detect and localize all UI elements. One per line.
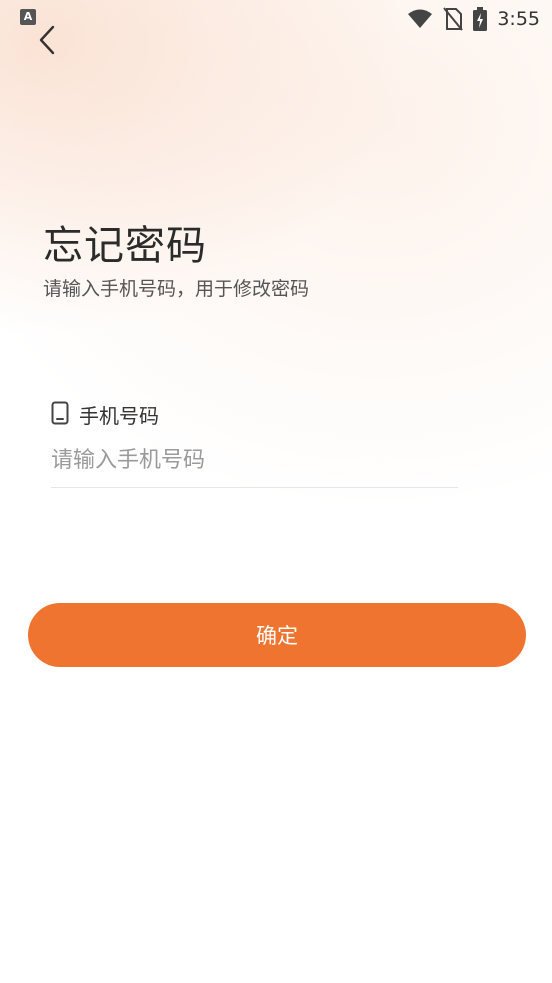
confirm-button[interactable]: 确定 (28, 603, 526, 667)
confirm-button-label: 确定 (256, 624, 298, 648)
battery-charging-icon (473, 7, 488, 31)
page-title: 忘记密码 (43, 223, 207, 269)
status-icons: 3:55 (407, 6, 540, 32)
chevron-left-icon (38, 25, 56, 59)
status-bar: A 3:55 (0, 0, 552, 38)
phone-input-underline (51, 487, 458, 488)
phone-icon (51, 401, 69, 429)
phone-field-label-row: 手机号码 (51, 400, 159, 429)
phone-number-input[interactable] (51, 438, 457, 482)
status-time: 3:55 (497, 8, 540, 30)
wifi-icon (407, 9, 433, 29)
no-sim-icon (443, 7, 464, 31)
page-subtitle: 请输入手机号码，用于修改密码 (43, 278, 310, 300)
phone-field-label: 手机号码 (79, 404, 159, 428)
back-button[interactable] (30, 22, 64, 62)
